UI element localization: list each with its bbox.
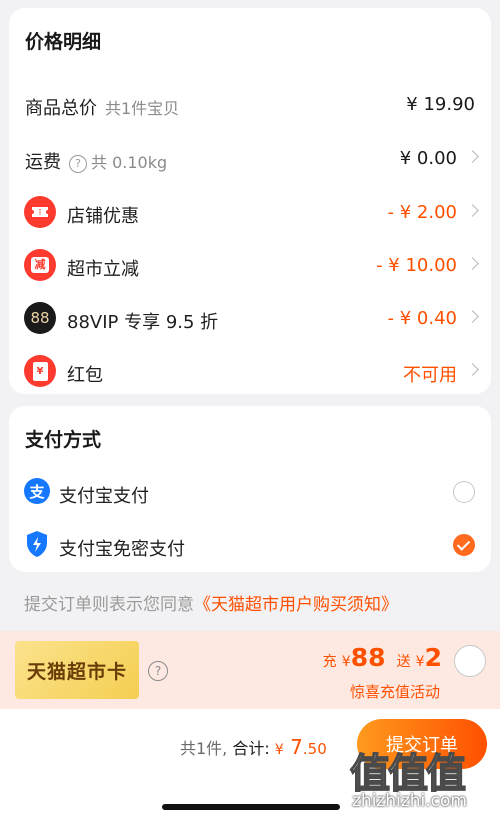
item-count: 共1件, bbox=[180, 739, 228, 758]
supermarket-card-badge: 天猫超市卡 bbox=[15, 641, 139, 699]
item-total-value: ¥ 19.90 bbox=[406, 94, 475, 115]
supermarket-discount-label: 超市立减 bbox=[67, 259, 139, 280]
help-icon[interactable]: ? bbox=[69, 155, 87, 173]
shop-coupon-icon bbox=[24, 196, 56, 228]
row-shop-discount[interactable]: 店铺优惠 - ¥ 2.00 bbox=[9, 192, 491, 232]
price-details-title: 价格明细 bbox=[25, 31, 102, 53]
alipay-radio[interactable] bbox=[453, 481, 475, 503]
alipay-icon: 支 bbox=[24, 478, 50, 504]
submit-order-button[interactable]: 提交订单 bbox=[357, 719, 487, 769]
agreement-text: 提交订单则表示您同意《天猫超市用户购买须知》 bbox=[24, 590, 398, 615]
row-supermarket-discount[interactable]: 减 超市立减 - ¥ 10.00 bbox=[9, 245, 491, 285]
agreement-prefix: 提交订单则表示您同意 bbox=[24, 595, 194, 615]
row-shipping[interactable]: 运费? 共 0.10kg ¥ 0.00 bbox=[9, 138, 491, 178]
chevron-right-icon bbox=[466, 363, 479, 376]
chevron-right-icon bbox=[466, 257, 479, 270]
home-indicator bbox=[162, 804, 340, 810]
item-total-label: 商品总价 bbox=[25, 98, 97, 119]
payment-method-card: 支付方式 支 支付宝支付 支付宝免密支付 bbox=[9, 406, 491, 572]
promo-amounts: 充 ¥88 送 ¥2 bbox=[322, 643, 442, 672]
item-count-text: 共1件宝贝 bbox=[105, 99, 180, 118]
shop-discount-value: - ¥ 2.00 bbox=[387, 202, 457, 223]
chevron-right-icon bbox=[466, 310, 479, 323]
payment-option-alipay[interactable]: 支 支付宝支付 bbox=[9, 472, 491, 512]
shipping-label: 运费 bbox=[25, 152, 61, 173]
alipay-nopwd-label: 支付宝免密支付 bbox=[59, 539, 185, 560]
promo-subtext: 惊喜充值活动 bbox=[349, 683, 440, 701]
chevron-right-icon bbox=[466, 150, 479, 163]
payment-option-alipay-nopwd[interactable]: 支付宝免密支付 bbox=[9, 525, 491, 565]
gift-amount: 2 bbox=[424, 643, 442, 672]
shipping-value: ¥ 0.00 bbox=[399, 148, 457, 169]
supermarket-discount-icon: 减 bbox=[24, 249, 56, 281]
chevron-right-icon bbox=[466, 204, 479, 217]
row-88vip-discount[interactable]: 88 88VIP 专享 9.5 折 - ¥ 0.40 bbox=[9, 298, 491, 338]
total-summary: 共1件, 合计: ¥ 7.50 bbox=[180, 735, 327, 759]
total-amount: ¥ 7.50 bbox=[274, 735, 327, 759]
88vip-icon: 88 bbox=[24, 302, 56, 334]
checkout-bar: 共1件, 合计: ¥ 7.50 提交订单 bbox=[0, 709, 500, 822]
payment-method-title: 支付方式 bbox=[25, 429, 102, 451]
red-packet-value: 不可用 bbox=[403, 365, 457, 386]
alipay-label: 支付宝支付 bbox=[59, 486, 149, 507]
row-red-packet[interactable]: ¥ 红包 不可用 bbox=[9, 351, 491, 391]
supermarket-card-promo[interactable]: 天猫超市卡 ? 充 ¥88 送 ¥2 惊喜充值活动 bbox=[0, 631, 500, 709]
shop-discount-label: 店铺优惠 bbox=[67, 206, 139, 227]
88vip-discount-label: 88VIP 专享 9.5 折 bbox=[67, 312, 219, 333]
supermarket-discount-value: - ¥ 10.00 bbox=[376, 255, 457, 276]
help-icon[interactable]: ? bbox=[148, 661, 168, 681]
88vip-discount-value: - ¥ 0.40 bbox=[387, 308, 457, 329]
charge-amount: 88 bbox=[350, 643, 386, 672]
alipay-shield-icon bbox=[24, 530, 50, 558]
shipping-weight-text: 共 0.10kg bbox=[91, 153, 168, 172]
price-details-card: 价格明细 商品总价 共1件宝贝 ¥ 19.90 运费? 共 0.10kg ¥ 0.0… bbox=[9, 8, 491, 394]
alipay-nopwd-radio[interactable] bbox=[453, 534, 475, 556]
total-label: 合计: bbox=[232, 739, 270, 758]
red-packet-icon: ¥ bbox=[24, 355, 56, 387]
row-item-total: 商品总价 共1件宝贝 ¥ 19.90 bbox=[9, 84, 491, 124]
agreement-link[interactable]: 《天猫超市用户购买须知》 bbox=[194, 595, 398, 615]
promo-radio[interactable] bbox=[454, 645, 486, 677]
red-packet-label: 红包 bbox=[67, 365, 103, 386]
